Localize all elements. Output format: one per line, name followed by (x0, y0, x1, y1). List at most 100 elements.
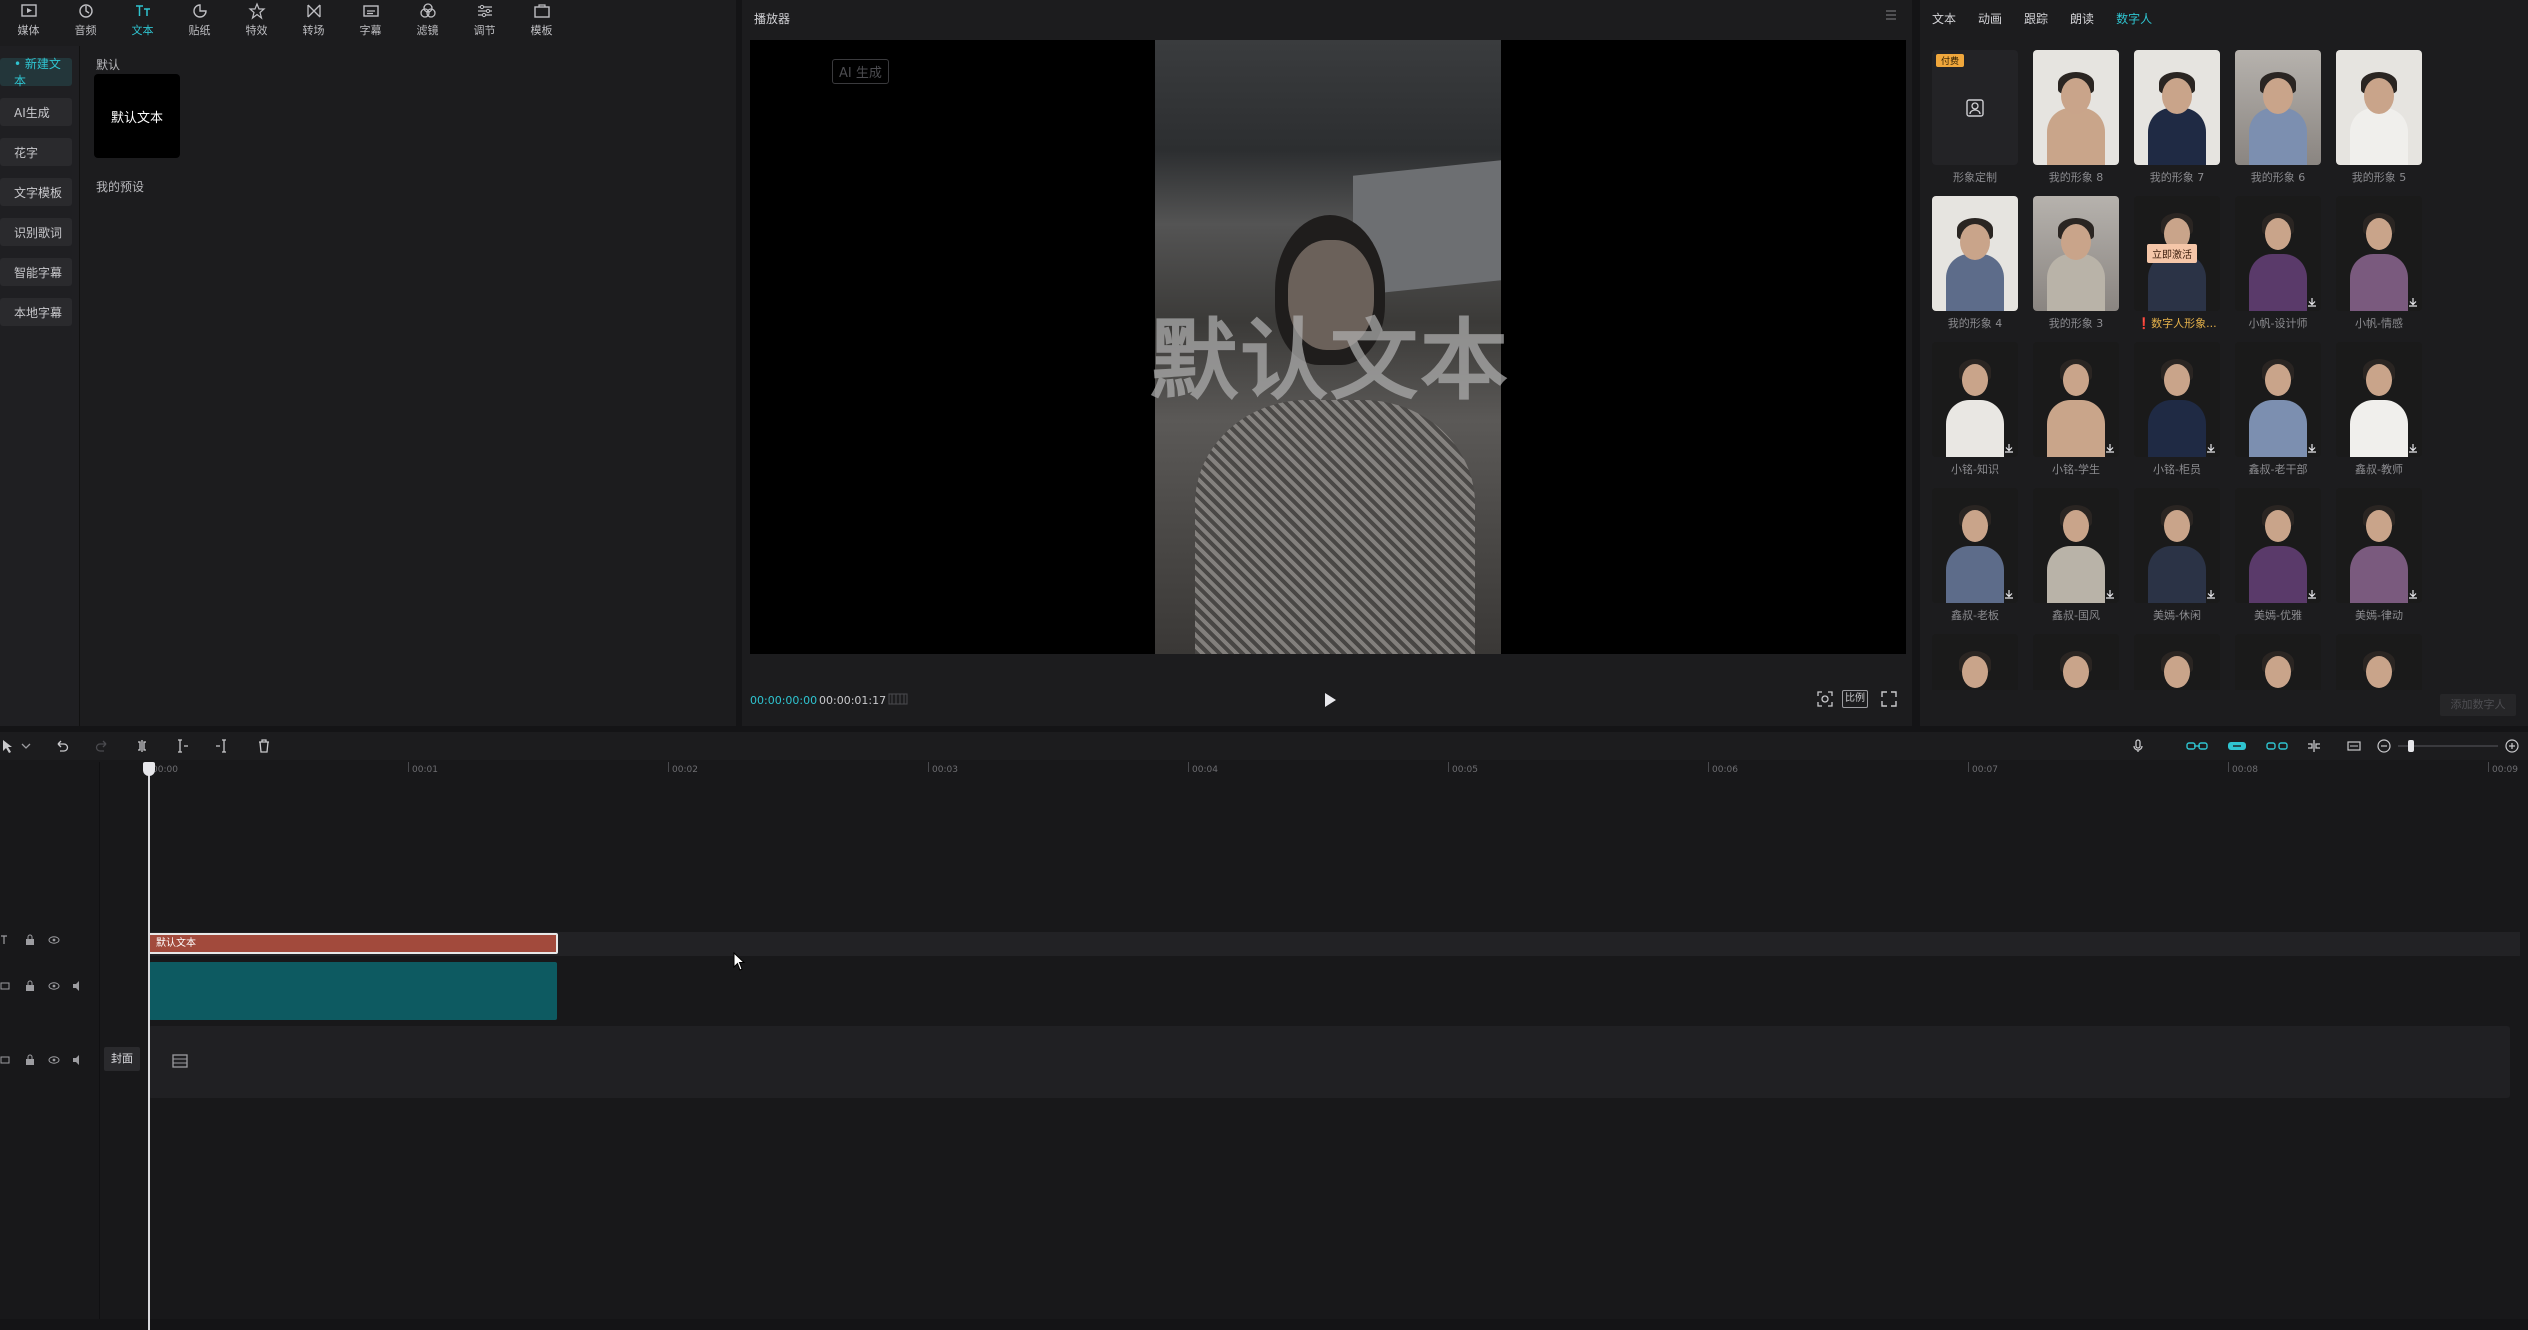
playhead-handle[interactable] (143, 762, 155, 776)
avatar-thumbnail[interactable] (1932, 196, 2018, 311)
avatar-card[interactable]: 我的形象 4 (1932, 196, 2018, 336)
preview-axis-icon[interactable] (2306, 738, 2322, 754)
toolbar-adjust[interactable]: 调节 (456, 0, 513, 40)
download-icon[interactable] (2105, 443, 2115, 453)
magnet-snap-icon[interactable] (2226, 738, 2248, 754)
toolbar-audio[interactable]: 音频 (57, 0, 114, 40)
eye-icon[interactable] (48, 980, 60, 992)
speaker-icon[interactable] (72, 980, 84, 992)
avatar-card[interactable]: 付费 形象定制 (1932, 50, 2018, 190)
avatar-thumbnail[interactable] (2033, 196, 2119, 311)
cover-button[interactable]: 封面 (104, 1047, 140, 1071)
eye-icon[interactable] (48, 1054, 60, 1066)
video-clip[interactable] (149, 962, 557, 1020)
download-icon[interactable] (2307, 297, 2317, 307)
avatar-thumbnail[interactable] (2235, 50, 2321, 165)
video-viewport[interactable]: AI 生成 默认文本 (750, 40, 1906, 654)
playhead-line[interactable] (148, 770, 150, 1330)
tab-animation[interactable]: 动画 (1978, 10, 2002, 27)
split-icon[interactable] (134, 738, 150, 754)
avatar-thumbnail[interactable] (2336, 342, 2422, 457)
avatar-thumbnail[interactable] (2336, 196, 2422, 311)
side-item-new-text[interactable]: • 新建文本 (0, 57, 72, 88)
toolbar-sticker[interactable]: 贴纸 (171, 0, 228, 40)
avatar-card[interactable]: 我的形象 6 (2235, 50, 2321, 190)
avatar-thumbnail[interactable]: 付费 (1932, 50, 2018, 165)
download-icon[interactable] (2307, 443, 2317, 453)
avatar-card[interactable] (2235, 634, 2321, 690)
linkage-icon[interactable] (2266, 738, 2288, 754)
avatar-card[interactable]: 我的形象 5 (2336, 50, 2422, 190)
delete-icon[interactable] (256, 738, 272, 754)
toolbar-template[interactable]: 模板 (513, 0, 570, 40)
toolbar-filter[interactable]: 滤镜 (399, 0, 456, 40)
avatar-card[interactable] (1932, 634, 2018, 690)
avatar-card[interactable]: 小铭-知识 (1932, 342, 2018, 482)
avatar-card[interactable]: 鑫叔-老干部 (2235, 342, 2321, 482)
avatar-thumbnail[interactable] (2235, 634, 2321, 690)
avatar-card[interactable]: 鑫叔-教师 (2336, 342, 2422, 482)
download-icon[interactable] (2408, 297, 2418, 307)
avatar-thumbnail[interactable] (1932, 342, 2018, 457)
download-icon[interactable] (2004, 443, 2014, 453)
activate-now-badge[interactable]: 立即激活 (2147, 244, 2197, 263)
avatar-card[interactable]: 小铭-柜员 (2134, 342, 2220, 482)
aspect-ratio-button[interactable]: 比例 (1842, 690, 1868, 708)
avatar-card[interactable]: 小帆-情感 (2336, 196, 2422, 336)
avatar-thumbnail[interactable] (2235, 342, 2321, 457)
download-icon[interactable] (2206, 443, 2216, 453)
avatar-card[interactable]: 美嫣-律动 (2336, 488, 2422, 628)
link-main-track-icon[interactable] (2186, 738, 2208, 754)
avatar-card[interactable]: 小帆-设计师 (2235, 196, 2321, 336)
avatar-thumbnail[interactable] (2134, 50, 2220, 165)
eye-icon[interactable] (48, 934, 60, 946)
redo-icon[interactable] (94, 738, 110, 754)
avatar-card[interactable]: 我的形象 7 (2134, 50, 2220, 190)
avatar-card[interactable] (2033, 634, 2119, 690)
default-text-preset[interactable]: 默认文本 (94, 74, 180, 158)
time-ruler[interactable]: 00:00 00:01 00:02 00:03 00:04 00:05 00:06 00:07… (148, 762, 2528, 782)
avatar-thumbnail[interactable]: 立即激活 (2134, 196, 2220, 311)
menu-icon[interactable] (1884, 8, 1898, 22)
download-icon[interactable] (2004, 589, 2014, 599)
avatar-card[interactable]: 我的形象 3 (2033, 196, 2119, 336)
speaker-icon[interactable] (72, 1054, 84, 1066)
avatar-thumbnail[interactable] (2336, 50, 2422, 165)
avatar-card[interactable]: 美嫣-优雅 (2235, 488, 2321, 628)
zoom-out-icon[interactable] (2376, 738, 2392, 754)
main-track[interactable] (148, 1026, 2510, 1098)
zoom-in-icon[interactable] (2504, 738, 2520, 754)
side-item-lyrics-recognition[interactable]: 识别歌词 (0, 218, 72, 246)
side-item-local-captions[interactable]: 本地字幕 (0, 298, 72, 326)
toolbar-media[interactable]: 媒体 (0, 0, 57, 40)
microphone-icon[interactable] (2130, 738, 2146, 754)
lock-icon[interactable] (24, 934, 36, 946)
avatar-card[interactable]: 立即激活 ❗数字人形象... (2134, 196, 2220, 336)
avatar-card[interactable]: 鑫叔-老板 (1932, 488, 2018, 628)
avatar-thumbnail[interactable] (2134, 634, 2220, 690)
text-clip[interactable]: 默认文本 (148, 933, 558, 954)
side-item-smart-captions[interactable]: 智能字幕 (0, 258, 72, 286)
avatar-thumbnail[interactable] (2134, 488, 2220, 603)
download-icon[interactable] (2206, 589, 2216, 599)
download-icon[interactable] (2105, 589, 2115, 599)
trim-left-icon[interactable] (174, 738, 190, 754)
lock-icon[interactable] (24, 980, 36, 992)
toolbar-transition[interactable]: 转场 (285, 0, 342, 40)
trim-right-icon[interactable] (214, 738, 230, 754)
download-icon[interactable] (2408, 443, 2418, 453)
toolbar-effects[interactable]: 特效 (228, 0, 285, 40)
avatar-thumbnail[interactable] (1932, 634, 2018, 690)
side-item-text-template[interactable]: 文字模板 (0, 178, 72, 206)
tab-tracking[interactable]: 跟踪 (2024, 10, 2048, 27)
avatar-card[interactable] (2134, 634, 2220, 690)
avatar-card[interactable]: 美嫣-休闲 (2134, 488, 2220, 628)
avatar-card[interactable]: 小铭-学生 (2033, 342, 2119, 482)
avatar-thumbnail[interactable] (2336, 634, 2422, 690)
fullscreen-icon[interactable] (1880, 690, 1898, 708)
tab-digital-human[interactable]: 数字人 (2116, 10, 2152, 27)
tab-text[interactable]: 文本 (1932, 10, 1956, 27)
caption-toggle-icon[interactable] (2346, 738, 2362, 754)
waveform-icon[interactable] (888, 692, 908, 706)
add-digital-human-button[interactable]: 添加数字人 (2440, 694, 2516, 716)
